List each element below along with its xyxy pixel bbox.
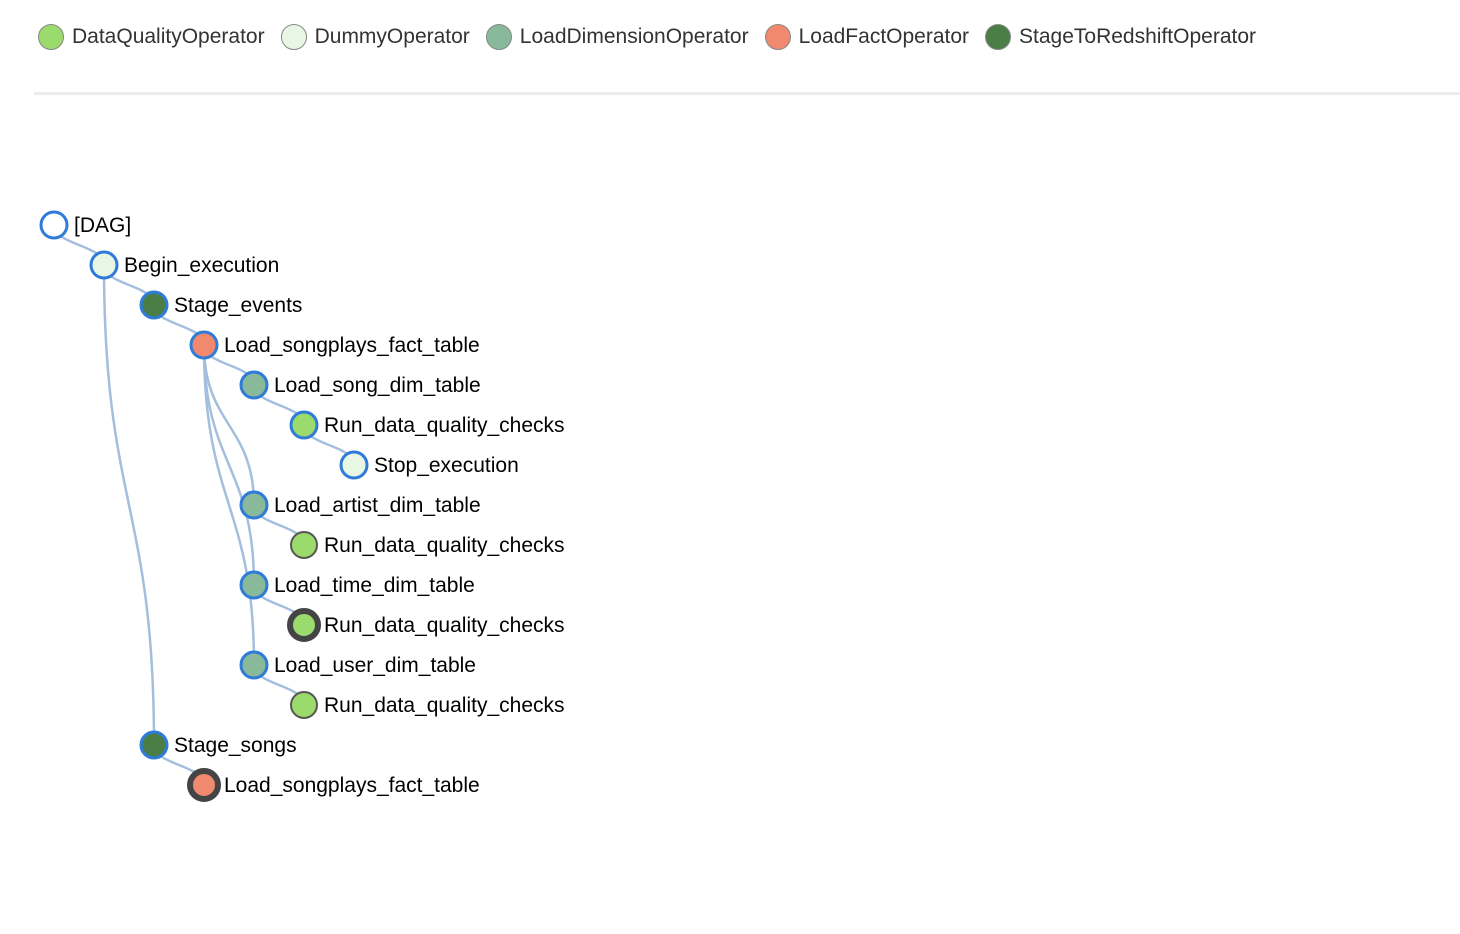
task-label[interactable]: Load_songplays_fact_table [224,774,480,797]
tree-node-dag[interactable]: [DAG] [39,210,131,240]
task-status-icon[interactable] [39,210,69,240]
task-status-icon[interactable] [290,691,318,719]
task-status-icon[interactable] [239,570,269,600]
tree-node-begin-execution[interactable]: Begin_execution [89,250,279,280]
task-status-icon[interactable] [239,370,269,400]
task-label[interactable]: Stop_execution [374,454,519,477]
task-status-icon[interactable] [287,608,321,642]
tree-node-run-data-quality-checks[interactable]: Run_data_quality_checks [290,691,565,719]
task-label[interactable]: Load_user_dim_table [274,654,476,677]
task-status-icon[interactable] [139,730,169,760]
task-status-icon[interactable] [239,490,269,520]
tree-node-stage-songs[interactable]: Stage_songs [139,730,297,760]
tree-node-load-song-dim-table[interactable]: Load_song_dim_table [239,370,481,400]
task-label[interactable]: Stage_events [174,294,302,317]
task-status-icon[interactable] [189,330,219,360]
task-label[interactable]: Run_data_quality_checks [324,534,565,557]
task-label[interactable]: Load_time_dim_table [274,574,475,597]
task-label[interactable]: [DAG] [74,214,131,237]
task-status-icon[interactable] [139,290,169,320]
tree-node-load-songplays-fact-table[interactable]: Load_songplays_fact_table [187,768,480,802]
task-status-icon[interactable] [339,450,369,480]
tree-node-run-data-quality-checks[interactable]: Run_data_quality_checks [289,410,565,440]
tree-link [102,264,156,746]
tree-link [202,344,256,506]
task-label[interactable]: Load_song_dim_table [274,374,481,397]
task-status-icon[interactable] [290,531,318,559]
task-label[interactable]: Load_songplays_fact_table [224,334,480,357]
task-label[interactable]: Begin_execution [124,254,279,277]
task-label[interactable]: Load_artist_dim_table [274,494,481,517]
task-label[interactable]: Run_data_quality_checks [324,614,565,637]
task-label[interactable]: Run_data_quality_checks [324,694,565,717]
task-label[interactable]: Stage_songs [174,734,297,757]
dag-tree-view: [DAG] Begin_execution Stage_events Load_son… [39,210,565,802]
task-status-icon[interactable] [239,650,269,680]
tree-node-stop-execution[interactable]: Stop_execution [339,450,519,480]
task-status-icon[interactable] [289,410,319,440]
tree-node-load-time-dim-table[interactable]: Load_time_dim_table [239,570,475,600]
tree-node-load-artist-dim-table[interactable]: Load_artist_dim_table [239,490,481,520]
task-status-icon[interactable] [187,768,221,802]
tree-node-load-songplays-fact-table[interactable]: Load_songplays_fact_table [189,330,480,360]
tree-node-stage-events[interactable]: Stage_events [139,290,302,320]
tree-nodes: [DAG] Begin_execution Stage_events Load_son… [39,210,565,802]
tree-node-run-data-quality-checks[interactable]: Run_data_quality_checks [287,608,565,642]
task-status-icon[interactable] [89,250,119,280]
tree-node-run-data-quality-checks[interactable]: Run_data_quality_checks [290,531,565,559]
tree-node-load-user-dim-table[interactable]: Load_user_dim_table [239,650,476,680]
task-label[interactable]: Run_data_quality_checks [324,414,565,437]
